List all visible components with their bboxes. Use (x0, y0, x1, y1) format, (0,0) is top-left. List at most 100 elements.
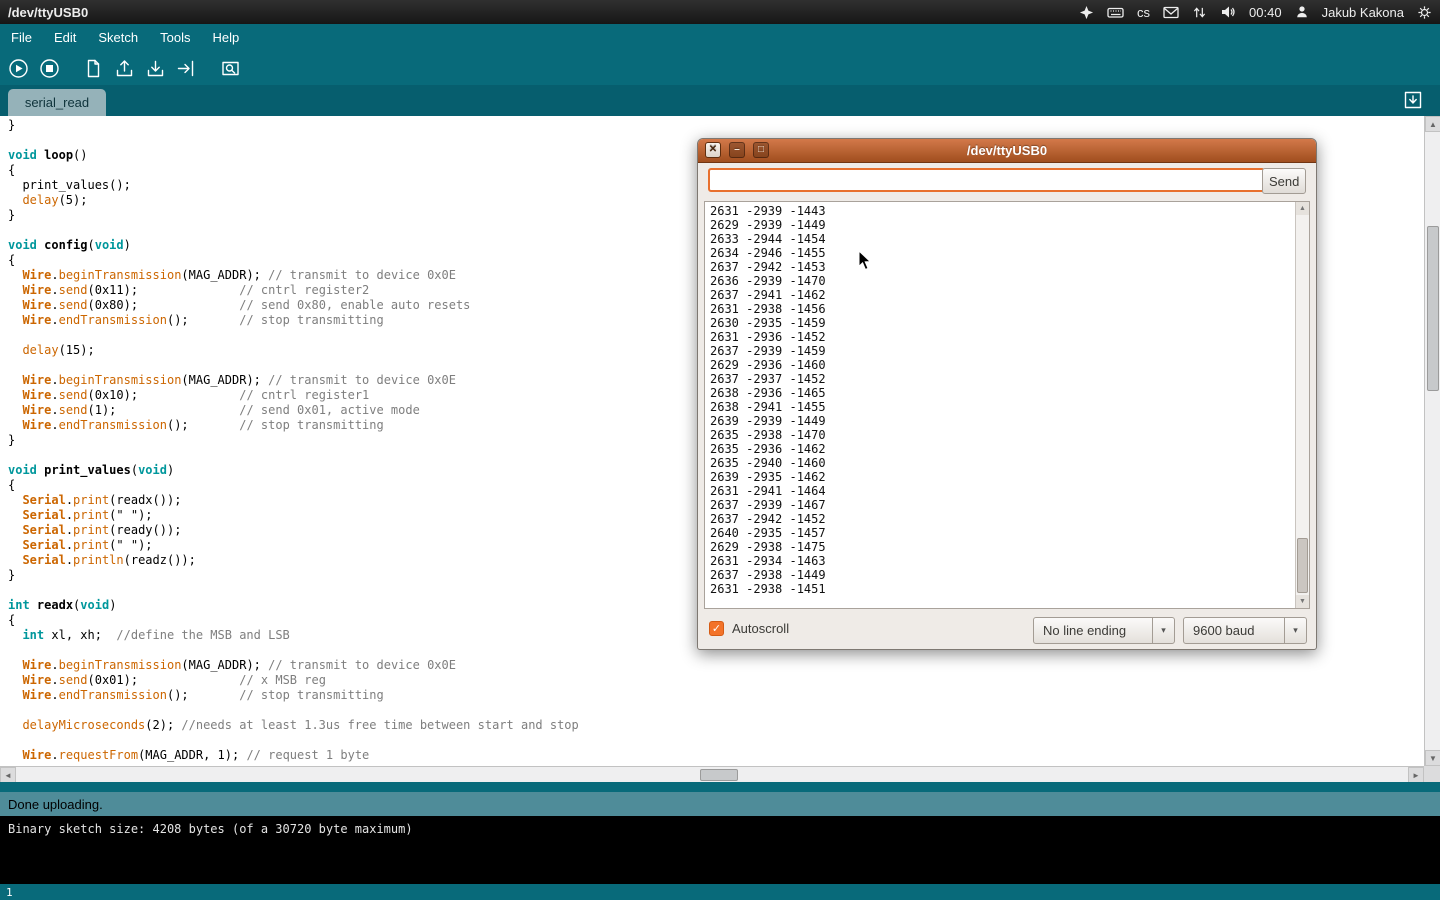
baud-rate-value: 9600 baud (1184, 623, 1284, 638)
serial-scroll-down-arrow[interactable]: ▼ (1296, 595, 1309, 608)
code-line: void loop() (8, 148, 579, 163)
line-number-indicator: 1 (6, 886, 13, 899)
code-line: Wire.endTransmission(); // stop transmit… (8, 418, 579, 433)
menu-item-help[interactable]: Help (201, 30, 250, 45)
session-gear-icon[interactable] (1417, 5, 1432, 20)
tab-menu-icon[interactable] (1403, 90, 1423, 110)
keyboard-layout-icon[interactable] (1107, 5, 1124, 20)
tabbar: serial_read (0, 85, 1440, 116)
code-line: } (8, 433, 579, 448)
serial-scrollbar[interactable]: ▲ ▼ (1295, 202, 1309, 608)
serial-input[interactable] (708, 168, 1265, 192)
scroll-right-arrow[interactable]: ► (1408, 767, 1424, 783)
volume-icon[interactable] (1220, 5, 1236, 19)
scrollbar-corner (1424, 766, 1440, 782)
code-line: Wire.requestFrom(MAG_ADDR, 1); // reques… (8, 748, 579, 763)
network-updown-icon[interactable] (1192, 5, 1207, 20)
autoscroll-label: Autoscroll (732, 621, 789, 636)
status-bar: Done uploading. (0, 792, 1440, 816)
code-line: Serial.print(" "); (8, 538, 579, 553)
menu-item-sketch[interactable]: Sketch (87, 30, 149, 45)
code-line: } (8, 208, 579, 223)
open-sketch-button[interactable] (111, 55, 137, 81)
serial-scroll-up-arrow[interactable]: ▲ (1296, 202, 1309, 215)
menu-item-file[interactable]: File (0, 30, 43, 45)
code-line: Wire.send(0x80); // send 0x80, enable au… (8, 298, 579, 313)
code-line: int xl, xh; //define the MSB and LSB (8, 628, 579, 643)
scroll-down-arrow[interactable]: ▼ (1425, 750, 1440, 766)
code-line (8, 358, 579, 373)
editor-vertical-scrollbar[interactable]: ▲ ▼ (1424, 116, 1440, 766)
minimize-icon[interactable]: – (729, 142, 745, 158)
code-line: Wire.endTransmission(); // stop transmit… (8, 688, 579, 703)
build-console: Binary sketch size: 4208 bytes (of a 307… (0, 816, 1440, 884)
system-tray: cs 00:40 Jakub Kakona (1079, 5, 1432, 20)
code-line: void config(void) (8, 238, 579, 253)
code-line: delayMicroseconds(2); //needs at least 1… (8, 718, 579, 733)
serial-monitor-window: ✕ – □ /dev/ttyUSB0 Send 2631 -2939 -1443… (697, 138, 1317, 650)
line-ending-select[interactable]: No line ending ▾ (1033, 617, 1175, 644)
clock[interactable]: 00:40 (1249, 5, 1282, 20)
scroll-up-arrow[interactable]: ▲ (1425, 116, 1440, 132)
code-line (8, 733, 579, 748)
code-line: { (8, 478, 579, 493)
code-line: Serial.println(readz()); (8, 553, 579, 568)
code-line: delay(5); (8, 193, 579, 208)
scroll-left-arrow[interactable]: ◄ (0, 767, 16, 783)
code-line: { (8, 613, 579, 628)
serial-monitor-button[interactable] (217, 55, 243, 81)
chevron-down-icon[interactable]: ▾ (1284, 618, 1306, 643)
toolbar (0, 51, 1440, 85)
code-line (8, 643, 579, 658)
code-line: Wire.beginTransmission(MAG_ADDR); // tra… (8, 658, 579, 673)
code-line: int readx(void) (8, 598, 579, 613)
code-line: Wire.beginTransmission(MAG_ADDR); // tra… (8, 373, 579, 388)
keyboard-layout-label[interactable]: cs (1137, 5, 1150, 20)
send-button[interactable]: Send (1262, 168, 1306, 194)
code-line (8, 583, 579, 598)
new-sketch-button[interactable] (80, 55, 106, 81)
code-line: Serial.print(ready()); (8, 523, 579, 538)
menubar: FileEditSketchToolsHelp (0, 24, 1440, 51)
stop-button[interactable] (36, 55, 62, 81)
code-line: delay(15); (8, 343, 579, 358)
serial-output-text: 2631 -2939 -1443 2629 -2939 -1449 2633 -… (710, 204, 826, 596)
frame-strip (0, 782, 1440, 792)
line-ending-value: No line ending (1034, 623, 1152, 638)
user-icon[interactable] (1295, 5, 1309, 19)
horizontal-scroll-thumb[interactable] (700, 769, 738, 781)
upload-button[interactable] (173, 55, 199, 81)
arduino-ide-screen: /dev/ttyUSB0 cs 00:40 Jakub Kakona (0, 0, 1440, 900)
code-line: Wire.send(1); // send 0x01, active mode (8, 403, 579, 418)
close-icon[interactable]: ✕ (705, 142, 721, 158)
console-output: Binary sketch size: 4208 bytes (of a 307… (8, 822, 1432, 836)
code-line: Wire.send(0x10); // cntrl register1 (8, 388, 579, 403)
code-line: void print_values(void) (8, 463, 579, 478)
code-line: Wire.beginTransmission(MAG_ADDR); // tra… (8, 268, 579, 283)
mail-indicator-icon[interactable] (1163, 6, 1179, 19)
code-line: Wire.send(0x01); // x MSB reg (8, 673, 579, 688)
tab-serial-read[interactable]: serial_read (8, 89, 106, 116)
save-sketch-button[interactable] (142, 55, 168, 81)
code-line: { (8, 253, 579, 268)
code-line: { (8, 163, 579, 178)
serial-monitor-titlebar[interactable]: ✕ – □ /dev/ttyUSB0 (698, 139, 1316, 163)
autoscroll-checkbox[interactable]: ✓ (709, 621, 724, 636)
serial-output-area[interactable]: 2631 -2939 -1443 2629 -2939 -1449 2633 -… (704, 201, 1310, 609)
sparkle-indicator-icon[interactable] (1079, 5, 1094, 20)
editor-horizontal-scrollbar[interactable]: ◄ ► (0, 766, 1424, 782)
code-line (8, 223, 579, 238)
serial-monitor-title: /dev/ttyUSB0 (967, 143, 1047, 158)
serial-scroll-thumb[interactable] (1297, 538, 1308, 593)
code-line: Wire.send(0x11); // cntrl register2 (8, 283, 579, 298)
menu-item-tools[interactable]: Tools (149, 30, 201, 45)
footer-strip: 1 (0, 884, 1440, 900)
user-name[interactable]: Jakub Kakona (1322, 5, 1404, 20)
chevron-down-icon[interactable]: ▾ (1152, 618, 1174, 643)
verify-button[interactable] (5, 55, 31, 81)
code-line: } (8, 118, 579, 133)
vertical-scroll-thumb[interactable] (1427, 226, 1439, 391)
menu-item-edit[interactable]: Edit (43, 30, 87, 45)
baud-rate-select[interactable]: 9600 baud ▾ (1183, 617, 1307, 644)
maximize-icon[interactable]: □ (753, 142, 769, 158)
